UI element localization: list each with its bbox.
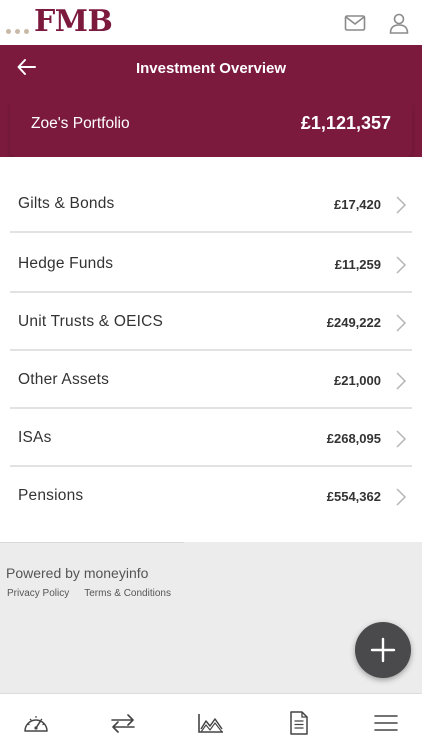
- list-item-other-assets[interactable]: Other Assets £21,000: [10, 351, 412, 409]
- privacy-policy-link[interactable]: Privacy Policy: [7, 588, 69, 599]
- list-item-label: Pensions: [18, 487, 84, 504]
- plus-icon: [370, 637, 396, 663]
- menu-icon: [374, 715, 398, 731]
- page-title: Investment Overview: [135, 60, 287, 77]
- nav-menu[interactable]: [371, 709, 401, 737]
- nav-investments[interactable]: [196, 709, 226, 737]
- portfolio-summary-card: Zoe's Portfolio £1,121,357: [10, 102, 412, 157]
- holdings-list: Gilts & Bonds £17,420 Hedge Funds £11,25…: [0, 157, 422, 542]
- list-item-unit-trusts[interactable]: Unit Trusts & OEICS £249,222: [10, 293, 412, 351]
- nav-dashboard[interactable]: [21, 709, 51, 737]
- user-icon[interactable]: [387, 11, 411, 35]
- logo-dots: [6, 29, 29, 34]
- list-item-value: £554,362: [326, 489, 381, 504]
- powered-by-text: Powered by moneyinfo: [6, 565, 149, 581]
- bottom-nav: [0, 693, 422, 750]
- list-item-label: Gilts & Bonds: [18, 195, 115, 212]
- chevron-right-icon: [396, 256, 407, 274]
- list-item-label: ISAs: [18, 429, 52, 446]
- chevron-right-icon: [396, 314, 407, 332]
- chevron-right-icon: [396, 430, 407, 448]
- nav-transfers[interactable]: [108, 709, 138, 737]
- chevron-right-icon: [396, 372, 407, 390]
- add-button[interactable]: [355, 622, 411, 678]
- list-item-label: Other Assets: [18, 371, 110, 388]
- logo-text: FMB: [34, 4, 113, 39]
- footer-divider: [0, 542, 184, 543]
- list-item-label: Unit Trusts & OEICS: [18, 313, 164, 330]
- chevron-right-icon: [396, 488, 407, 506]
- portfolio-name: Zoe's Portfolio: [31, 115, 130, 132]
- list-item-value: £249,222: [326, 315, 381, 330]
- terms-conditions-link[interactable]: Terms & Conditions: [84, 588, 171, 599]
- list-item-value: £21,000: [334, 373, 381, 388]
- fmb-logo: FMB: [6, 4, 113, 40]
- list-item-gilts-bonds[interactable]: Gilts & Bonds £17,420: [10, 175, 412, 233]
- list-item-value: £268,095: [326, 431, 381, 446]
- chevron-right-icon: [396, 196, 407, 214]
- nav-documents[interactable]: [284, 709, 314, 737]
- list-item-isas[interactable]: ISAs £268,095: [10, 409, 412, 467]
- list-item-label: Hedge Funds: [18, 255, 114, 272]
- transfer-icon: [111, 714, 135, 733]
- list-item-hedge-funds[interactable]: Hedge Funds £11,259: [10, 235, 412, 293]
- portfolio-total: £1,121,357: [300, 113, 391, 133]
- list-item-pensions[interactable]: Pensions £554,362: [10, 467, 412, 525]
- page-header: Investment Overview Zoe's Portfolio £1,1…: [0, 45, 422, 157]
- list-item-value: £17,420: [334, 197, 381, 212]
- top-bar: FMB: [0, 0, 422, 45]
- footer-links: Privacy Policy Terms & Conditions: [7, 588, 171, 599]
- mail-icon[interactable]: [343, 11, 367, 35]
- document-icon: [290, 711, 308, 735]
- dashboard-gauge-icon: [24, 716, 48, 732]
- list-item-value: £11,259: [334, 257, 381, 272]
- chart-icon: [198, 714, 223, 733]
